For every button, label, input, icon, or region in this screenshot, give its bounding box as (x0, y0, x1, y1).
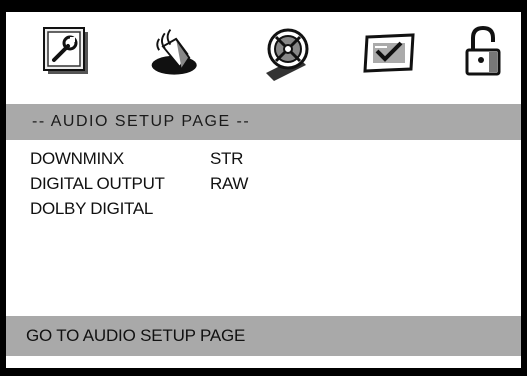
lock-icon[interactable] (452, 22, 514, 84)
setup-menu-screen: -- AUDIO SETUP PAGE -- DOWNMINX STR DIGI… (0, 0, 527, 376)
setup-tab-bar (6, 12, 521, 92)
settings-list: DOWNMINX STR DIGITAL OUTPUT RAW DOLBY DI… (30, 146, 248, 221)
setting-label: DIGITAL OUTPUT (30, 173, 165, 193)
general-setup-icon[interactable] (36, 22, 98, 84)
preference-check-icon[interactable] (358, 22, 420, 84)
video-film-icon[interactable] (258, 22, 320, 84)
setting-row-downmix[interactable]: DOWNMINX STR (30, 146, 248, 171)
setting-value: STR (210, 148, 244, 168)
page-title: -- AUDIO SETUP PAGE -- (32, 113, 251, 130)
setting-label: DOWNMINX (30, 148, 124, 168)
status-text: GO TO AUDIO SETUP PAGE (26, 326, 246, 345)
setting-value: RAW (210, 173, 249, 193)
setting-row-dolby-digital[interactable]: DOLBY DIGITAL (30, 196, 248, 221)
page-header-band: -- AUDIO SETUP PAGE -- (6, 104, 521, 140)
setting-row-digital-output[interactable]: DIGITAL OUTPUT RAW (30, 171, 248, 196)
setting-label: DOLBY DIGITAL (30, 198, 154, 218)
frame-bottom-border (0, 368, 527, 376)
status-band: GO TO AUDIO SETUP PAGE (6, 316, 521, 356)
audio-speaker-icon[interactable] (146, 22, 208, 84)
